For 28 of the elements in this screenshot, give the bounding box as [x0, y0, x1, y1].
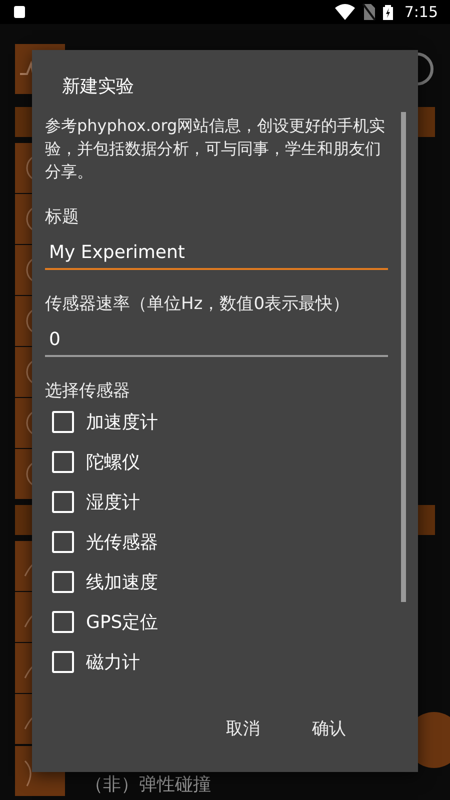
checkbox-label[interactable]: 陀螺仪 [86, 450, 140, 474]
dialog-title: 新建实验 [62, 75, 135, 98]
field-label: 标题 [45, 206, 80, 228]
section-label: 选择传感器 [45, 380, 131, 402]
input-field[interactable]: 0 [45, 321, 388, 357]
experiment-title[interactable]: （非）弹性碰撞 [85, 774, 211, 796]
checkbox-label[interactable]: 磁力计 [86, 650, 140, 674]
battery-charging-icon [382, 3, 394, 21]
checkbox[interactable] [52, 491, 74, 513]
checkbox[interactable] [52, 451, 74, 473]
checkbox[interactable] [52, 611, 74, 633]
checkbox[interactable] [52, 571, 74, 593]
checkbox-label[interactable]: 湿度计 [86, 490, 140, 514]
dialog-button[interactable]: 取消 [222, 711, 264, 746]
checkbox[interactable] [52, 651, 74, 673]
checkbox-label[interactable]: 加速度计 [86, 410, 158, 434]
clock: 7:15 [404, 3, 438, 21]
input-field[interactable]: My Experiment [45, 234, 388, 270]
no-sim-icon [362, 3, 376, 21]
checkbox[interactable] [52, 531, 74, 553]
checkbox[interactable] [52, 411, 74, 433]
field-label: 传感器速率（单位Hz，数值0表示最快） [45, 293, 351, 315]
description-text: 参考phyphox.org网站信息，创设更好的手机实验，并包括数据分析，可与同事，学生和朋友们分享。 [45, 115, 386, 183]
dialog-button[interactable]: 确认 [308, 711, 350, 746]
checkbox-label[interactable]: GPS定位 [86, 610, 158, 634]
checkbox-label[interactable]: 线加速度 [86, 570, 158, 594]
wifi-icon [334, 3, 356, 21]
checkbox-label[interactable]: 光传感器 [86, 530, 158, 554]
